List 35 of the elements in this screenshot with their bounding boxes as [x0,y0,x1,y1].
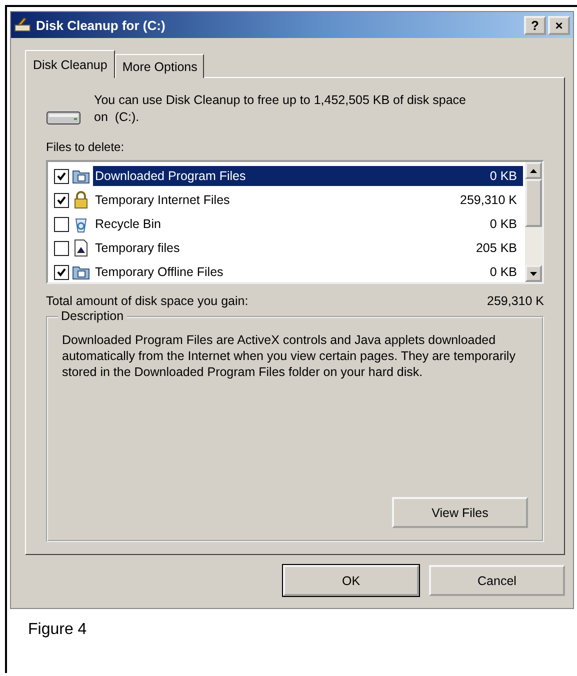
checkbox[interactable] [54,192,69,208]
ok-button[interactable]: OK [283,565,419,596]
intro-text: You can use Disk Cleanup to free up to 1,452,505 KB of disk space on (C:). [94,92,468,126]
close-button[interactable]: × [548,16,570,34]
files-label: Files to delete: [46,140,126,154]
checkbox[interactable] [54,168,69,184]
description-legend: Description [58,309,127,323]
description-text: Downloaded Program Files are ActiveX controls and Java applets downloaded automatically from the Internet when you view certain pages. They are temporarily stored in the Downloaded Program Files folder on your hard disk. [62,332,516,380]
total-value: 259,310 K [487,294,544,308]
cancel-button[interactable]: Cancel [429,565,565,596]
help-button[interactable]: ? [524,16,546,34]
padlock-icon [72,191,90,209]
window-title: Disk Cleanup for (C:) [36,18,166,32]
up-arrow-icon [530,168,537,172]
file-list-item[interactable]: Temporary files 205 KB [93,238,523,258]
scroll-up-button[interactable] [525,162,542,179]
down-arrow-icon [530,272,537,276]
checkbox[interactable] [54,216,69,232]
scroll-thumb[interactable] [525,179,542,227]
total-label: Total amount of disk space you gain: [46,294,248,308]
figure-caption: Figure 4 [27,620,88,639]
hard-drive-icon [46,110,82,126]
tab[interactable]: More Options [115,54,204,78]
file-list-item[interactable]: Downloaded Program Files 0 KB [93,166,523,186]
file-icon [72,239,90,257]
file-list-item[interactable]: Temporary Internet Files 259,310 K [93,190,523,210]
checkbox[interactable] [54,264,69,280]
checkbox[interactable] [54,240,69,256]
scrollbar[interactable] [525,162,542,282]
broom-drive-icon [14,17,32,33]
tab[interactable]: Disk Cleanup [25,50,116,78]
scroll-down-button[interactable] [525,265,542,282]
file-list-item[interactable]: Recycle Bin 0 KB [93,214,523,234]
file-list-item[interactable]: Temporary Offline Files 0 KB [93,262,523,282]
view-files-button[interactable]: View Files [392,497,528,528]
